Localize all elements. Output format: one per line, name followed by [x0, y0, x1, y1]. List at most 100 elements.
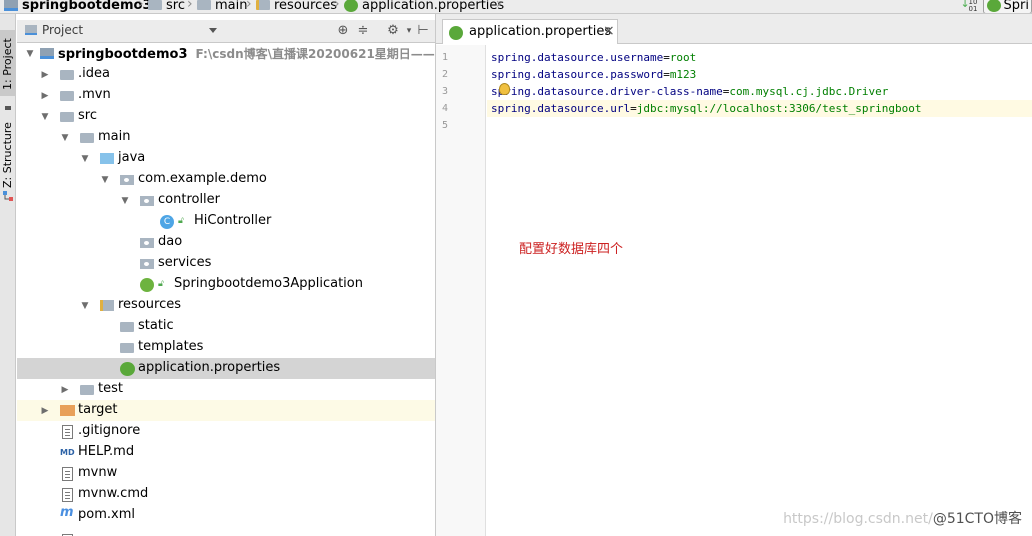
tree-row[interactable]: ▼ main [17, 127, 435, 148]
breadcrumb-project[interactable]: springbootdemo3 [4, 0, 152, 13]
spring-properties-icon [120, 362, 135, 376]
line-number: 3 [442, 86, 449, 97]
tree-row-label: application.properties [138, 360, 281, 375]
breadcrumb-file[interactable]: application.properties [344, 0, 504, 13]
tree-row-label: mvnw.cmd [78, 486, 149, 501]
run-config-selector[interactable]: Spri [982, 0, 1032, 13]
code-line[interactable]: spring.datasource.username=root [487, 49, 1032, 66]
project-name: springbootdemo3 [58, 47, 188, 62]
tree-row[interactable]: ▼ controller [17, 190, 435, 211]
tree-row[interactable]: ▶ .mvn [17, 85, 435, 106]
tab-application-properties[interactable]: application.properties × [442, 19, 618, 44]
property-value: root [669, 51, 697, 64]
chevron-down-icon[interactable] [209, 28, 217, 33]
locate-file-icon[interactable]: ⊕ [335, 23, 351, 39]
tree-row-selected[interactable]: application.properties [17, 358, 435, 379]
tree-row[interactable]: ▼ com.example.demo [17, 169, 435, 190]
tree-row-label: .gitignore [78, 423, 141, 438]
tree-row[interactable]: ▼ resources [17, 295, 435, 316]
expanded-arrow-icon[interactable]: ▼ [25, 49, 35, 59]
tree-row[interactable]: MD HELP.md [17, 442, 435, 463]
breadcrumb-label: resources [274, 0, 338, 13]
expanded-arrow-icon[interactable]: ▼ [80, 154, 90, 164]
breadcrumb-separator: › [334, 0, 340, 12]
collapsed-arrow-icon[interactable]: ▶ [60, 385, 70, 395]
sort-icon[interactable]: ↓ 10 01 [961, 0, 978, 13]
tree-row-label: resources [118, 297, 182, 312]
tree-row[interactable]: ▼ src [17, 106, 435, 127]
expanded-arrow-icon[interactable]: ▼ [80, 301, 90, 311]
collapsed-arrow-icon[interactable]: ▶ [40, 91, 50, 101]
collapsed-arrow-icon[interactable]: ▶ [40, 406, 50, 416]
run-config-label: Spri [1003, 0, 1029, 13]
project-view-selector[interactable]: Project [25, 23, 83, 37]
tree-row[interactable]: .gitignore [17, 421, 435, 442]
project-panel-header: Project ⊕ ≑ ⚙ ▾ ⊢ [17, 20, 435, 43]
property-key: spring.datasource.password [491, 68, 664, 81]
tree-row[interactable]: ▶ target [17, 400, 435, 421]
tree-row[interactable]: templates [17, 337, 435, 358]
tree-row[interactable]: 🔓︎ Springbootdemo3Application [17, 274, 435, 295]
folder-icon [197, 0, 211, 10]
code-line[interactable]: spring.datasource.password=m123 [487, 66, 1032, 83]
breadcrumb-separator: › [187, 0, 193, 12]
expanded-arrow-icon[interactable]: ▼ [120, 196, 130, 206]
tree-row[interactable]: mvnw.cmd [17, 484, 435, 505]
tree-row[interactable]: ▶ test [17, 379, 435, 400]
lock-icon: 🔓︎ [158, 279, 164, 289]
project-path: F:\csdn博客\直播课20200621星期日——从Spri [195, 47, 436, 61]
tree-row[interactable]: mvnw [17, 463, 435, 484]
editor-text-area[interactable]: spring.datasource.username=root spring.d… [487, 45, 1032, 536]
code-line[interactable]: spring.datasource.driver-class-name=com.… [487, 83, 1032, 100]
spring-boot-icon [986, 0, 1001, 12]
markdown-file-icon: MD [60, 448, 75, 457]
package-icon [140, 238, 154, 248]
tree-row[interactable]: ▼ springbootdemo3 F:\csdn博客\直播课20200621星期… [17, 43, 435, 64]
code-line[interactable] [487, 117, 1032, 134]
tree-row-label: com.example.demo [138, 171, 267, 186]
tree-row-label: pom.xml [78, 507, 135, 522]
property-value: jdbc:mysql://localhost:3306/test_springb… [636, 102, 922, 115]
close-icon[interactable]: × [603, 23, 615, 39]
structure-tool-button[interactable]: Z: Structure [0, 122, 16, 202]
collapse-all-icon[interactable]: ≑ [355, 23, 371, 39]
tree-row-label: .mvn [78, 87, 111, 102]
tree-row-partial[interactable] [17, 526, 435, 536]
tree-row-label: target [78, 402, 118, 417]
breadcrumb-resources[interactable]: resources [256, 0, 338, 13]
tree-row-label: services [158, 255, 212, 270]
folder-icon [60, 91, 74, 101]
project-tool-button[interactable]: 1: Project [0, 30, 16, 96]
tree-row[interactable]: m pom.xml [17, 505, 435, 526]
structure-tool-label: Z: Structure [1, 122, 14, 188]
expanded-arrow-icon[interactable]: ▼ [60, 133, 70, 143]
text-file-icon [62, 425, 73, 439]
tree-row[interactable]: static [17, 316, 435, 337]
gear-icon[interactable]: ⚙ [385, 23, 401, 39]
stripe-divider [5, 106, 11, 110]
folder-icon [148, 0, 162, 10]
tree-row-label: HiController [194, 213, 272, 228]
breadcrumb-src[interactable]: src [148, 0, 185, 13]
navigation-bar: springbootdemo3 › src › main › resources… [0, 0, 1032, 14]
folder-icon [120, 322, 134, 332]
tree-row[interactable]: dao [17, 232, 435, 253]
code-line-current[interactable]: spring.datasource.url=jdbc:mysql://local… [487, 100, 1032, 117]
property-value: com.mysql.cj.jdbc.Driver [729, 85, 889, 98]
annotation-text: 配置好数据库四个 [519, 242, 624, 257]
tree-row[interactable]: ▶ .idea [17, 64, 435, 85]
folder-icon [60, 112, 74, 122]
breadcrumb-separator: › [496, 0, 502, 12]
breadcrumb-main[interactable]: main [197, 0, 247, 13]
expanded-arrow-icon[interactable]: ▼ [100, 175, 110, 185]
hide-panel-icon[interactable]: ⊢ [415, 23, 431, 39]
tree-row[interactable]: ▼ java [17, 148, 435, 169]
tree-row[interactable]: C 🔓︎ HiController [17, 211, 435, 232]
tree-row-label: src [78, 108, 97, 123]
tree-row[interactable]: services [17, 253, 435, 274]
line-number: 4 [442, 103, 449, 114]
collapsed-arrow-icon[interactable]: ▶ [40, 70, 50, 80]
expanded-arrow-icon[interactable]: ▼ [40, 112, 50, 122]
tree-row-label: static [138, 318, 174, 333]
lightbulb-icon[interactable] [499, 83, 510, 95]
